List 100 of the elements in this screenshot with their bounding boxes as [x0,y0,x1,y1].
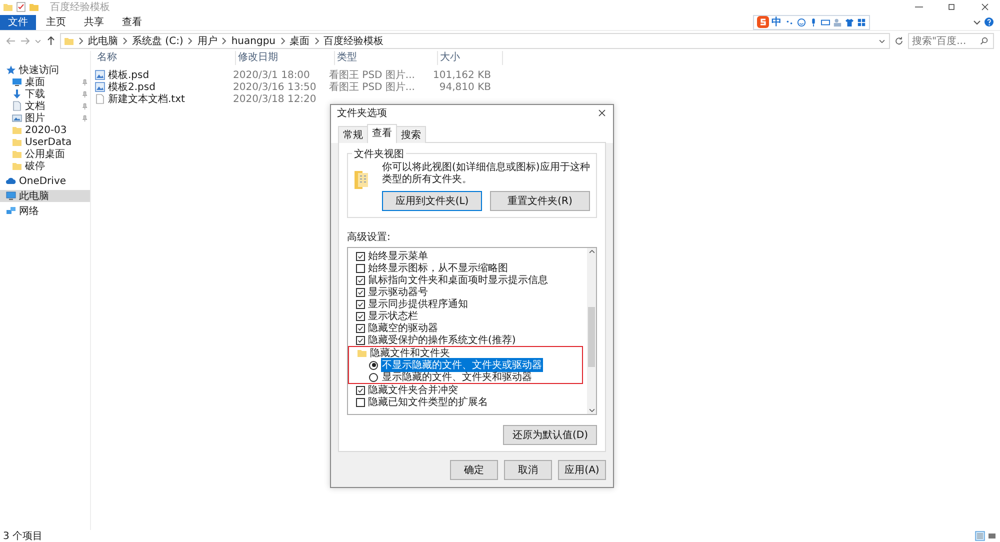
checkbox[interactable] [356,398,365,406]
dialog-tab[interactable]: 查看 [367,124,397,143]
sidebar-item[interactable]: 图片 [0,112,90,124]
sidebar-item[interactable]: 破停 [0,160,90,172]
breadcrumb-item[interactable]: huangpu [231,36,276,46]
action-button[interactable]: 重置文件夹(R) [490,191,590,211]
properties-icon[interactable] [16,2,26,12]
restore-defaults-button[interactable]: 还原为默认值(D) [503,425,597,445]
dialog-button[interactable]: 确定 [450,460,498,480]
pictures-icon [12,113,22,123]
sidebar-item[interactable]: 此电脑 [0,190,90,202]
input-mode[interactable]: 中 [772,15,782,29]
sidebar-item[interactable]: 快速访问 [0,64,90,76]
help-icon[interactable] [984,17,994,27]
checkbox-option[interactable]: 隐藏空的驱动器 [356,322,587,334]
address-bar[interactable]: 此电脑 系统盘 (C:) 用户 huangpu 桌面 百度经验模板 [60,33,890,49]
dialog-tab[interactable]: 搜索 [396,126,426,143]
close-icon[interactable] [597,108,607,118]
folder-icon [3,2,13,12]
checkbox-option[interactable]: 鼠标指向文件夹和桌面项时显示提示信息 [356,274,587,286]
grid-icon[interactable] [856,18,866,26]
checkbox-option[interactable]: 隐藏受保护的操作系统文件(推荐) [356,334,587,346]
pin-icon [81,102,88,110]
file-name[interactable]: 模板.psd [95,68,233,82]
up-arrow-icon[interactable] [46,36,56,46]
folder-option: 隐藏文件和文件夹 [357,347,582,359]
search-icon [980,37,988,45]
checkbox-option[interactable]: 始终显示菜单 [356,250,587,262]
table-cell-text: 看图王 PSD 图片... [329,80,416,94]
checkbox[interactable] [356,300,365,308]
breadcrumb-item[interactable]: 百度经验模板 [324,34,384,48]
dialog-button[interactable]: 取消 [504,460,552,480]
radio-button[interactable] [369,372,378,382]
checkbox[interactable] [356,336,365,344]
radio-option[interactable]: 显示隐藏的文件、文件夹和驱动器 [381,370,533,384]
checkbox-option[interactable]: 隐藏文件夹合并冲突 [356,384,587,396]
pin-icon [81,114,88,122]
checkbox[interactable] [356,312,365,320]
checkbox[interactable] [356,324,365,332]
sidebar-item[interactable]: OneDrive [0,175,90,187]
action-button[interactable]: 应用到文件夹(L) [382,191,482,211]
keyboard-icon[interactable] [820,18,830,26]
folder-icon [357,348,367,358]
breadcrumb-item[interactable]: 用户 [197,34,218,48]
sidebar-item[interactable]: 网络 [0,205,90,217]
dialog-button[interactable]: 应用(A) [558,460,606,480]
column-header[interactable]: 名称 [95,51,236,65]
chevron-right-icon[interactable] [187,37,194,45]
checkbox[interactable] [356,276,365,284]
scrollbar[interactable] [587,248,596,414]
checkbox-option[interactable]: 显示同步提供程序通知 [356,298,587,310]
scroll-down-icon[interactable] [588,406,596,414]
file-name[interactable]: 新建文本文档.txt [95,92,233,106]
checkbox[interactable] [356,288,365,296]
checkbox-option[interactable]: 显示驱动器号 [356,286,587,298]
thumbnail-view-icon[interactable] [987,531,997,541]
ribbon-tab[interactable]: 文件 [0,14,36,30]
chevron-down-icon[interactable] [878,37,886,45]
group-title: 文件夹视图 [352,147,406,161]
ribbon-tab[interactable]: 查看 [114,14,150,30]
dialog-tab[interactable]: 常规 [338,126,368,143]
chevron-right-icon[interactable] [221,37,228,45]
radio-option[interactable]: 不显示隐藏的文件、文件夹或驱动器 [381,358,543,372]
breadcrumb-item[interactable]: 系统盘 (C:) [132,34,184,48]
ime-logo-icon[interactable] [756,16,768,28]
checkbox-option[interactable]: 隐藏已知文件类型的扩展名 [356,396,587,408]
checkbox[interactable] [356,264,365,272]
breadcrumb-item[interactable]: 桌面 [290,34,310,48]
smiley-icon[interactable] [796,18,806,26]
sidebar-item[interactable]: 文档 [0,100,90,112]
chevron-right-icon[interactable] [122,37,128,45]
cloud-icon [6,176,16,186]
refresh-icon[interactable] [894,36,904,46]
scroll-thumb[interactable] [588,307,595,367]
chevron-right-icon[interactable] [78,37,84,45]
scroll-up-icon[interactable] [588,248,596,256]
sidebar-item[interactable]: 下载 [0,88,90,100]
chevron-right-icon[interactable] [280,37,286,45]
checkbox[interactable] [356,252,365,260]
punctuation-icon[interactable] [784,18,794,26]
table-cell-text: 2020/3/18 12:20 [233,94,318,104]
radio-button[interactable] [369,360,378,370]
column-header[interactable]: 类型 [335,51,438,65]
checkbox-option[interactable]: 显示状态栏 [356,310,587,322]
file-name[interactable]: 模板2.psd [95,80,233,94]
column-header[interactable]: 修改日期 [236,51,335,65]
chevron-right-icon[interactable] [314,37,320,45]
sidebar-item[interactable]: 2020-03 [0,124,90,136]
checkbox[interactable] [356,386,365,394]
shirt-icon[interactable] [844,18,854,26]
ribbon-tab[interactable]: 主页 [38,14,74,30]
checkbox-option[interactable]: 始终显示图标，从不显示缩略图 [356,262,587,274]
table-cell-text: 2020/3/1 18:00 [233,70,311,80]
sidebar-item[interactable]: 公用桌面 [0,148,90,160]
column-header[interactable]: 大小 [438,51,503,65]
dialog-title: 文件夹选项 [337,106,387,120]
ribbon-tab[interactable]: 共享 [76,14,112,30]
breadcrumb-item[interactable]: 此电脑 [88,34,118,48]
sidebar-item[interactable]: 桌面 [0,76,90,88]
sidebar-item[interactable]: UserData [0,136,90,148]
